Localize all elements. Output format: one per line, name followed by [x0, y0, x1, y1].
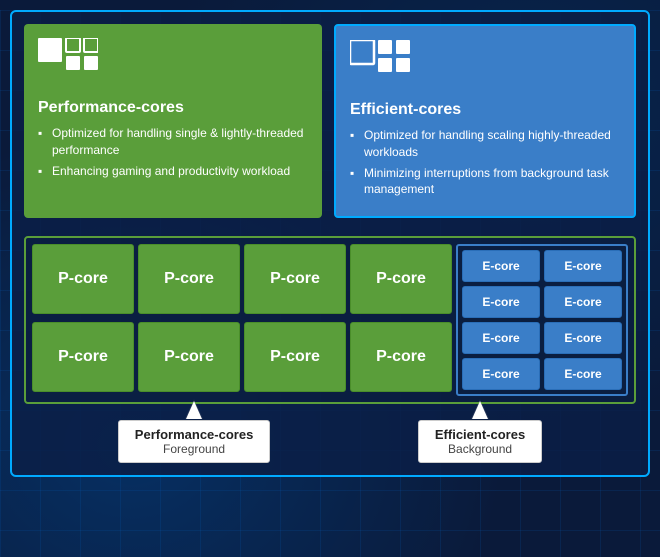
p-core-cell-3: P-core [244, 244, 346, 314]
p-core-grid: P-core P-core P-core P-core P-core P-cor… [32, 244, 452, 396]
core-grid-section: P-core P-core P-core P-core P-core P-cor… [24, 236, 636, 404]
p-cores-icon [38, 38, 308, 91]
e-cores-label-subtitle: Background [435, 442, 525, 456]
e-core-cell-8: E-core [544, 358, 622, 390]
p-core-cell-4: P-core [350, 244, 452, 314]
p-cores-bullet-2: Enhancing gaming and productivity worklo… [38, 163, 308, 180]
e-cores-icon [350, 40, 620, 93]
e-core-cell-6: E-core [544, 322, 622, 354]
p-cores-label-box: Performance-cores Foreground [118, 420, 271, 463]
e-cores-bullet-1: Optimized for handling scaling highly-th… [350, 127, 620, 161]
p-core-cell-7: P-core [244, 322, 346, 392]
e-core-cell-2: E-core [544, 250, 622, 282]
e-cores-list: Optimized for handling scaling highly-th… [350, 127, 620, 198]
bottom-labels: Performance-cores Foreground Efficient-c… [24, 420, 636, 463]
e-core-cell-1: E-core [462, 250, 540, 282]
e-core-cell-5: E-core [462, 322, 540, 354]
p-cores-bullet-1: Optimized for handling single & lightly-… [38, 125, 308, 159]
e-cores-label-box: Efficient-cores Background [418, 420, 542, 463]
e-core-cell-4: E-core [544, 286, 622, 318]
p-cores-list: Optimized for handling single & lightly-… [38, 125, 308, 179]
p-cores-card: Performance-cores Optimized for handling… [24, 24, 322, 218]
p-cores-label-subtitle: Foreground [135, 442, 254, 456]
p-cores-title: Performance-cores [38, 99, 308, 117]
e-cores-label-title: Efficient-cores [435, 427, 525, 442]
p-core-cell-8: P-core [350, 322, 452, 392]
e-cores-title: Efficient-cores [350, 101, 620, 119]
p-cores-label-title: Performance-cores [135, 427, 254, 442]
e-core-grid: E-core E-core E-core E-core E-core E-cor… [456, 244, 628, 396]
p-core-cell-6: P-core [138, 322, 240, 392]
e-core-cell-3: E-core [462, 286, 540, 318]
main-container: Performance-cores Optimized for handling… [10, 10, 650, 477]
p-core-cell-5: P-core [32, 322, 134, 392]
e-cores-bullet-2: Minimizing interruptions from background… [350, 165, 620, 199]
p-core-cell-1: P-core [32, 244, 134, 314]
top-section: Performance-cores Optimized for handling… [24, 24, 636, 218]
e-cores-card: Efficient-cores Optimized for handling s… [334, 24, 636, 218]
e-core-cell-7: E-core [462, 358, 540, 390]
p-core-cell-2: P-core [138, 244, 240, 314]
